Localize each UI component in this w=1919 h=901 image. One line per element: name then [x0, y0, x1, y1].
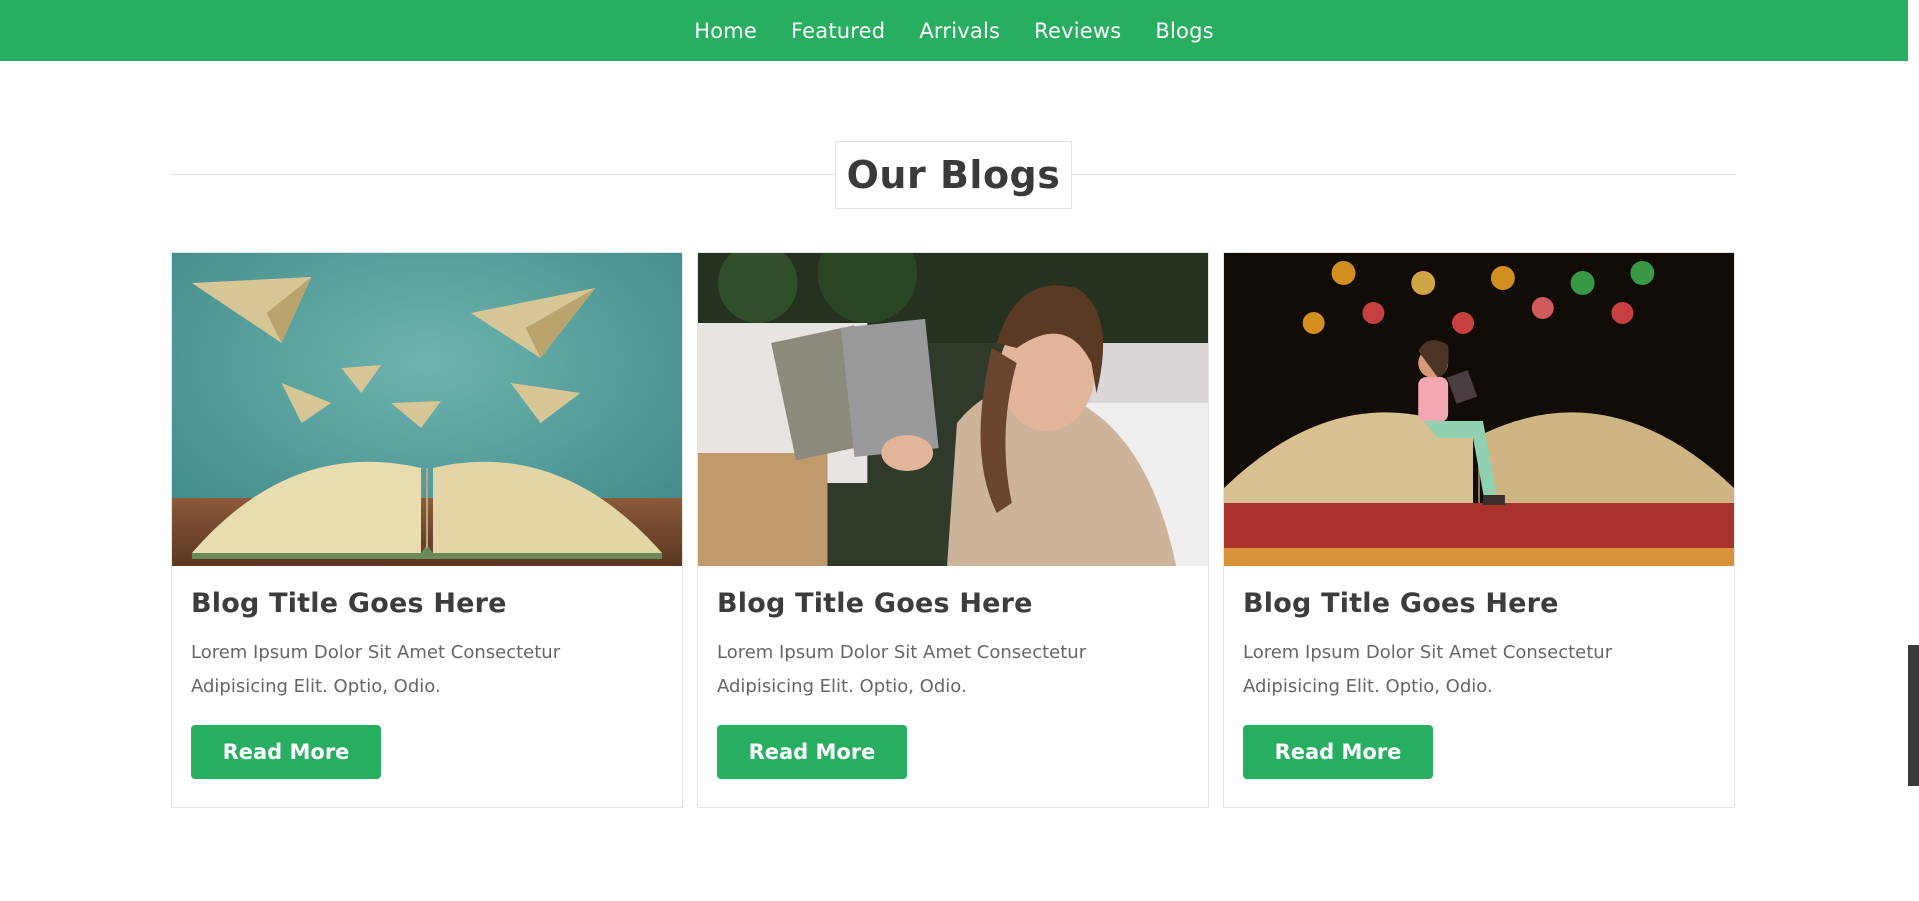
side-scroll-tab[interactable] [1908, 645, 1919, 786]
read-more-button[interactable]: Read More [191, 725, 381, 779]
blog-card: Blog Title Goes Here Lorem Ipsum Dolor S… [1223, 252, 1735, 808]
nav-link-arrivals[interactable]: Arrivals [902, 19, 1017, 43]
blog-excerpt: Lorem Ipsum Dolor Sit Amet Consectetur A… [1243, 642, 1613, 697]
blog-title: Blog Title Goes Here [717, 588, 1033, 619]
blog-image-paper-planes [172, 253, 682, 566]
blog-title: Blog Title Goes Here [191, 588, 507, 619]
blog-card-body: Blog Title Goes Here Lorem Ipsum Dolor S… [1224, 566, 1734, 779]
blog-card-body: Blog Title Goes Here Lorem Ipsum Dolor S… [698, 566, 1208, 779]
blog-image-reading-figure [1224, 253, 1734, 566]
blog-card-body: Blog Title Goes Here Lorem Ipsum Dolor S… [172, 566, 682, 779]
blog-card: Blog Title Goes Here Lorem Ipsum Dolor S… [171, 252, 683, 808]
nav-link-reviews[interactable]: Reviews [1017, 19, 1138, 43]
top-navbar: Home Featured Arrivals Reviews Blogs [0, 0, 1908, 61]
section-title: Our Blogs [846, 153, 1061, 197]
nav-link-blogs[interactable]: Blogs [1138, 19, 1230, 43]
nav-link-featured[interactable]: Featured [774, 19, 902, 43]
read-more-button[interactable]: Read More [717, 725, 907, 779]
nav-link-home[interactable]: Home [677, 19, 774, 43]
blog-image-woman-books [698, 253, 1208, 566]
blog-excerpt: Lorem Ipsum Dolor Sit Amet Consectetur A… [717, 642, 1087, 697]
read-more-button[interactable]: Read More [1243, 725, 1433, 779]
heading-box: Our Blogs [835, 141, 1072, 209]
blog-title: Blog Title Goes Here [1243, 588, 1559, 619]
section-heading: Our Blogs [171, 141, 1736, 209]
page: Home Featured Arrivals Reviews Blogs Our… [0, 0, 1919, 901]
blog-card: Blog Title Goes Here Lorem Ipsum Dolor S… [697, 252, 1209, 808]
blog-excerpt: Lorem Ipsum Dolor Sit Amet Consectetur A… [191, 642, 561, 697]
nav-links: Home Featured Arrivals Reviews Blogs [677, 19, 1231, 43]
